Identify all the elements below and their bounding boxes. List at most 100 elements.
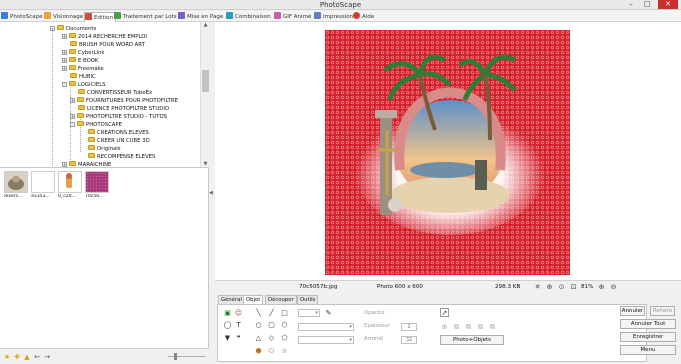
tree-item[interactable]: + Freemake [62,65,104,72]
thumbnail[interactable] [31,171,55,193]
circle-icon[interactable]: ○ [254,321,263,330]
copy-icon[interactable]: ⧉ [476,323,485,332]
thumbnail-size-slider[interactable] [168,353,206,360]
polygon-icon[interactable]: ⬢ [254,347,263,356]
tab-gif[interactable]: GIF Animé [274,12,311,22]
speech-balloon-icon[interactable]: ◯ [223,321,232,330]
tree-item[interactable]: LICENCE PHOTOFILTRE STUDIO [78,105,169,112]
tab-combine[interactable]: Combinaison [226,12,271,22]
star-shape-icon[interactable]: ☆ [280,347,289,356]
tab-help[interactable]: Aide [353,12,374,22]
expander-icon[interactable]: + [62,50,67,55]
back-icon[interactable]: ← [33,353,41,361]
tree-item[interactable]: CREER UN CUBE 3D [88,137,150,144]
zoom-window-icon[interactable]: ⊡ [569,283,578,292]
color-picker-icon[interactable]: ✎ [324,309,333,318]
zoom-fit-icon[interactable]: ⊙ [557,283,566,292]
tab-visionnage[interactable]: Visionnage [44,12,83,22]
expander-icon[interactable]: + [62,34,67,39]
rounded-input[interactable]: 32 [401,336,417,344]
minimize-button[interactable]: – [624,0,638,9]
expander-icon[interactable]: - [62,82,67,87]
diamond-icon[interactable]: ◇ [267,334,276,343]
back-layer-icon[interactable]: ⧉ [464,323,473,332]
tab-edition[interactable]: Edition [84,12,117,22]
thumbnail[interactable] [58,171,82,193]
brush-line-icon[interactable]: ╲ [254,309,263,318]
tab-general[interactable]: Général [218,295,245,304]
expander-icon[interactable]: + [70,98,75,103]
expander-icon[interactable]: + [62,58,67,63]
tab-print[interactable]: Impression [314,12,353,22]
tab-batch[interactable]: Traitement par Lots [114,12,177,22]
hexagon-icon[interactable]: ⬡ [280,321,289,330]
expander-icon[interactable]: + [62,162,67,167]
expander-icon[interactable]: - [50,26,55,31]
line-style-dropdown[interactable]: ▾ [298,309,320,317]
marker-icon[interactable]: ▼ [223,334,232,343]
tree-item[interactable]: +2014 RECHERCHE EMPLOI [62,33,147,40]
tab-crop[interactable]: Découper [265,295,297,304]
redo-button[interactable]: Refaire [650,306,675,316]
expander-icon[interactable]: + [62,66,67,71]
tab-tools[interactable]: Outils [297,295,319,304]
tree-item[interactable]: - PHOTOSCAPE [70,121,122,128]
thumbnail[interactable] [85,171,109,193]
rectangle-icon[interactable]: □ [280,309,289,318]
color-dropdown-1[interactable]: ▾ [298,323,354,331]
edited-photo[interactable] [325,30,570,275]
scroll-down-icon[interactable]: ▼ [202,161,209,167]
line-icon[interactable]: ╱ [267,309,276,318]
scrollbar-thumb[interactable] [202,70,209,92]
photo-object-icon[interactable]: ▣ [223,309,232,318]
tree-item[interactable]: + CyberLink [62,49,104,56]
photo-objects-button[interactable]: Photo+Objets [440,335,504,345]
tree-item[interactable]: HUBIC [70,73,96,80]
tree-item[interactable]: Originals [88,145,121,152]
add-favorite-icon[interactable]: ✚ [13,353,21,361]
expander-icon[interactable]: + [70,114,75,119]
expander-icon[interactable]: - [70,122,75,127]
tree-item[interactable]: CREATIONS ELEVES [88,129,149,136]
slider-knob[interactable] [174,353,177,360]
icon-object-icon[interactable]: ☺ [234,309,243,318]
tab-photoscape[interactable]: PhotoScape [1,12,42,22]
thumbnail[interactable] [4,171,28,193]
star-icon[interactable]: ★ [3,353,11,361]
menu-button[interactable]: Menu [620,345,676,355]
undo-button[interactable]: Annuler [620,306,645,316]
pentagon-icon[interactable]: ⬠ [280,334,289,343]
tree-item[interactable]: + MARAICHINE [62,161,111,167]
zoom-out-icon[interactable]: ⊖ [609,283,618,292]
tree-item-documents[interactable]: - Documents [50,25,96,32]
tree-scrollbar[interactable]: ▲ ▼ [200,22,209,167]
tree-item[interactable]: + FOURNITURES POUR PHOTOFILTRE [70,97,178,104]
tree-item[interactable]: - LOGICIELS [62,81,106,88]
tree-item[interactable]: RECOMPENSE ELEVES [88,153,155,160]
tab-object[interactable]: Objet [243,295,264,304]
tree-item[interactable]: BRUSH POUR WORD ART [70,41,145,48]
folder-up-icon[interactable]: ▲ [23,353,31,361]
tab-page[interactable]: Mise en Page [178,12,223,22]
color-dropdown-2[interactable]: ▾ [298,336,354,344]
front-icon[interactable]: ⧉ [452,323,461,332]
close-button[interactable]: ✕ [658,0,678,9]
maximize-button[interactable]: □ [640,0,654,9]
thickness-input[interactable]: 2 [401,323,417,331]
text-icon[interactable]: T [234,321,243,330]
triangle-icon[interactable]: △ [254,334,263,343]
save-button[interactable]: Enregistrer [620,332,676,342]
align-icon[interactable]: ⊕ [440,323,449,332]
fit-icon[interactable]: ✕ [533,283,542,292]
scroll-up-icon[interactable]: ▲ [202,22,209,28]
quote-icon[interactable]: ❝ [234,334,243,343]
ellipse-icon[interactable]: ⬭ [267,347,276,356]
zoom-in-icon[interactable]: ⊕ [597,283,606,292]
tree-item[interactable]: CONVERTISSEUR TubeEx [78,89,152,96]
forward-icon[interactable]: → [43,353,51,361]
select-pointer-icon[interactable]: ➚ [440,308,449,317]
rounded-rect-icon[interactable]: ▢ [267,321,276,330]
undo-all-button[interactable]: Annuler Tout [620,319,676,329]
actual-size-icon[interactable]: ⊕ [545,283,554,292]
delete-object-icon[interactable]: ⧉ [488,323,497,332]
